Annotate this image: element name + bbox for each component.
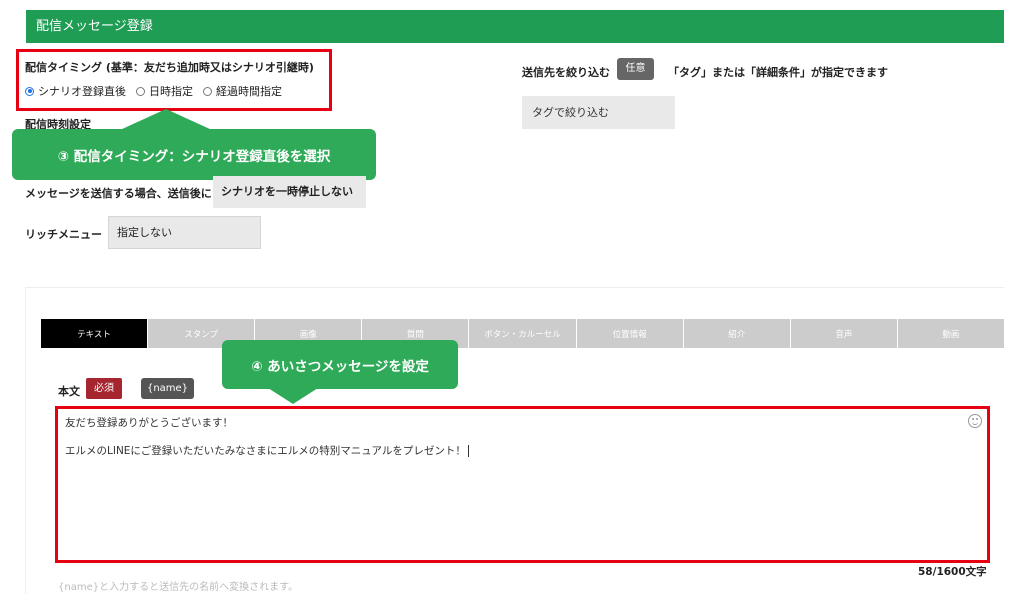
timing-radio-group: シナリオ登録直後 日時指定 経過時間指定 — [25, 83, 292, 99]
tab-location[interactable]: 位置情報 — [576, 319, 684, 348]
tab-audio[interactable]: 音声 — [790, 319, 898, 348]
char-count: 58/1600文字 — [918, 566, 987, 578]
body-label: 本文 — [58, 385, 80, 398]
optional-badge: 任意 — [617, 58, 654, 80]
message-line-2-text: エルメのLINEにご登録いただいたみなさまにエルメの特別マニュアルをプレゼント！ — [65, 445, 466, 457]
section-divider — [26, 287, 1004, 288]
insert-name-button[interactable]: {name} — [141, 378, 194, 399]
tab-introduction[interactable]: 紹介 — [683, 319, 791, 348]
rich-menu-select[interactable]: 指定しない — [108, 216, 261, 249]
timing-label: 配信タイミング (基準：友だち追加時又はシナリオ引継時) — [25, 61, 314, 74]
callout-step4: ④ あいさつメッセージを設定 — [222, 340, 458, 389]
message-line-1: 友だち登録ありがとうございます！ — [65, 417, 233, 429]
callout-text: ③ 配信タイミング：シナリオ登録直後を選択 — [57, 148, 331, 165]
radio-unchecked-icon[interactable] — [203, 86, 212, 96]
radio-label: シナリオ登録直後 — [38, 85, 126, 98]
callout-text: ④ あいさつメッセージを設定 — [251, 358, 429, 375]
name-hint: {name}と入力すると送信先の名前へ変換されます。 — [58, 582, 299, 593]
narrow-label: 送信先を絞り込む — [522, 66, 610, 79]
radio-after-scenario-registration[interactable]: シナリオ登録直後 — [25, 83, 126, 99]
tab-video[interactable]: 動画 — [897, 319, 1004, 348]
tab-text[interactable]: テキスト — [41, 319, 149, 348]
text-cursor — [467, 445, 469, 457]
radio-elapsed-time[interactable]: 経過時間指定 — [203, 83, 282, 99]
callout-step3: ③ 配信タイミング：シナリオ登録直後を選択 — [12, 129, 376, 180]
radio-label: 経過時間指定 — [216, 85, 282, 98]
message-type-tabs: テキスト スタンプ 画像 質問 ボタン・カルーセル 位置情報 紹介 音声 動画 — [41, 319, 1004, 348]
required-badge: 必須 — [86, 378, 122, 399]
send-after-select[interactable]: シナリオを一時停止しない — [213, 176, 366, 208]
callout-pointer — [268, 388, 318, 404]
section-border — [25, 287, 26, 594]
radio-checked-icon[interactable] — [25, 86, 34, 96]
tab-button-carousel[interactable]: ボタン・カルーセル — [469, 319, 577, 348]
radio-unchecked-icon[interactable] — [136, 86, 145, 96]
radio-label: 日時指定 — [149, 85, 193, 98]
message-line-2: エルメのLINEにご登録いただいたみなさまにエルメの特別マニュアルをプレゼント！ — [65, 443, 469, 458]
page-title-bar: 配信メッセージ登録 — [26, 10, 1004, 43]
callout-pointer — [120, 109, 212, 130]
page-title: 配信メッセージ登録 — [36, 19, 153, 34]
radio-datetime[interactable]: 日時指定 — [136, 83, 193, 99]
filter-by-tag-button[interactable]: タグで絞り込む — [522, 96, 675, 129]
rich-menu-label: リッチメニュー — [25, 228, 102, 241]
emoji-icon[interactable] — [968, 414, 982, 428]
narrow-note: 「タグ」または「詳細条件」が指定できます — [668, 66, 888, 79]
send-after-label: メッセージを送信する場合、送信後に — [25, 187, 212, 200]
